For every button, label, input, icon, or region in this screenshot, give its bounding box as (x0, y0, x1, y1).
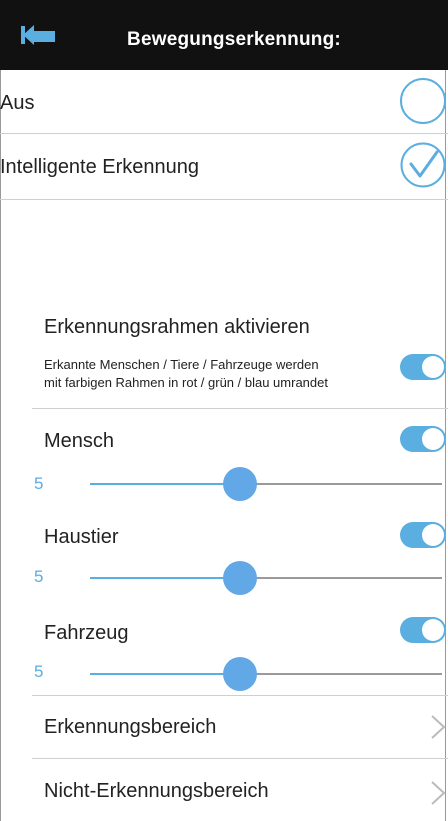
haustier-slider-value: 5 (34, 567, 44, 586)
nav-label: Nicht-Erkennungsbereich (44, 780, 269, 802)
nav-label: Erkennungsbereich (44, 716, 217, 738)
mensch-label: Mensch (44, 430, 115, 452)
slider-thumb[interactable] (223, 657, 257, 691)
slider-track (240, 483, 442, 485)
frame-section-title: Erkennungsrahmen aktivieren (44, 316, 310, 338)
chevron-right-icon (431, 781, 446, 805)
mensch-slider-value: 5 (34, 474, 44, 493)
slider-thumb[interactable] (223, 467, 257, 501)
haustier-label: Haustier (44, 526, 119, 548)
page-title: Bewegungserkennung: (127, 29, 341, 50)
slider-track (240, 577, 442, 579)
mensch-slider[interactable] (90, 467, 442, 501)
fahrzeug-toggle[interactable] (400, 617, 446, 643)
fahrzeug-slider-value: 5 (34, 662, 44, 681)
haustier-toggle[interactable] (400, 522, 446, 548)
option-aus[interactable]: Aus (0, 70, 448, 134)
frame-toggle[interactable] (400, 354, 446, 380)
toggle-knob (422, 428, 444, 450)
toggle-knob (422, 356, 444, 378)
header-bar: Bewegungserkennung: (0, 0, 448, 70)
option-intelligente-erkennung[interactable]: Intelligente Erkennung (0, 134, 448, 200)
slider-track-filled (90, 673, 240, 675)
divider (32, 408, 448, 409)
radio-checked-icon[interactable] (400, 142, 446, 188)
slider-track-filled (90, 577, 240, 579)
divider (32, 758, 448, 759)
chevron-right-icon (431, 715, 446, 739)
slider-thumb[interactable] (223, 561, 257, 595)
toggle-knob (422, 524, 444, 546)
option-label: Aus (0, 92, 35, 114)
fahrzeug-label: Fahrzeug (44, 622, 129, 644)
mensch-toggle[interactable] (400, 426, 446, 452)
fahrzeug-slider[interactable] (90, 657, 442, 691)
nav-erkennungsbereich[interactable]: Erkennungsbereich (0, 696, 448, 756)
haustier-slider[interactable] (90, 561, 442, 595)
slider-track (240, 673, 442, 675)
frame-description: Erkannte Menschen / Tiere / Fahrzeuge we… (44, 357, 328, 390)
radio-unchecked-icon[interactable] (400, 78, 446, 124)
slider-track-filled (90, 483, 240, 485)
nav-nicht-erkennungsbereich[interactable]: Nicht-Erkennungsbereich (0, 760, 448, 820)
toggle-knob (422, 619, 444, 641)
option-label: Intelligente Erkennung (0, 156, 200, 178)
